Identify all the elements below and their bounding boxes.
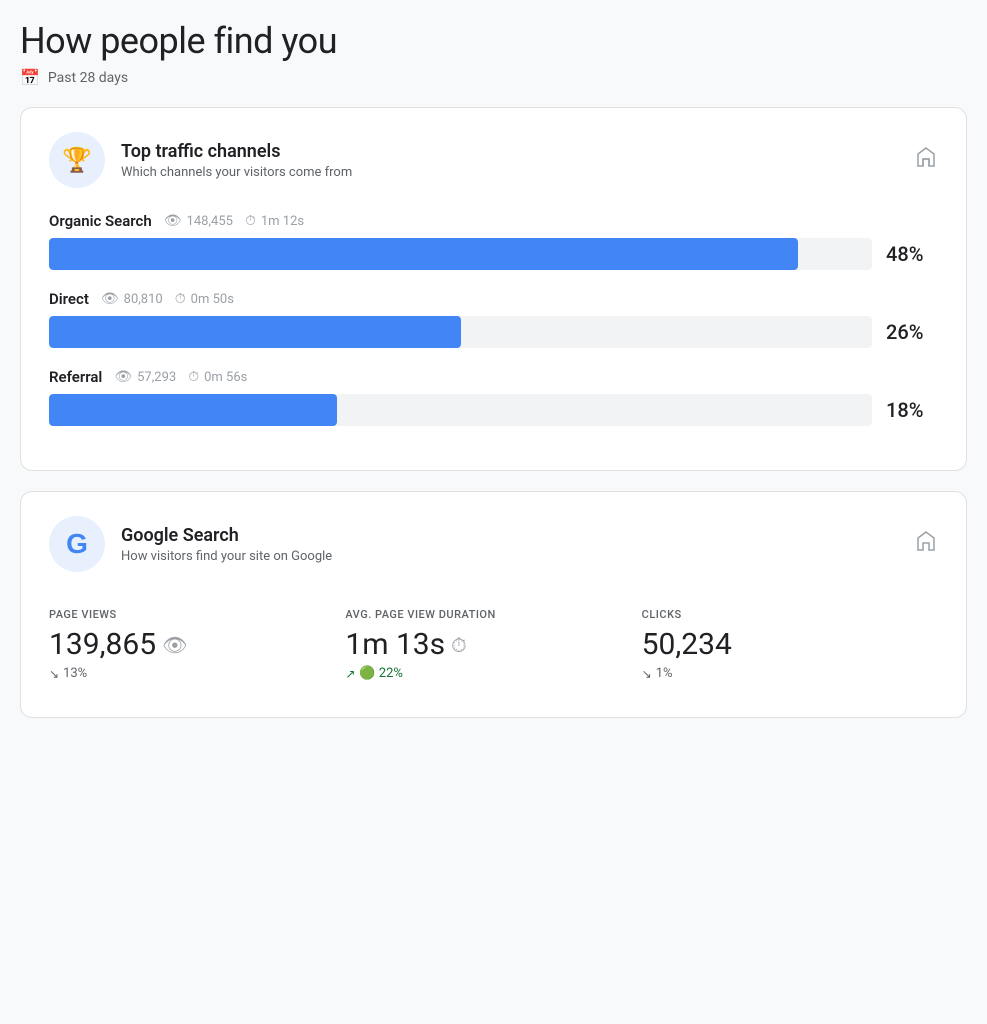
card-header: 🏆 Top traffic channels Which channels yo…: [49, 132, 938, 188]
clock-icon: ⏱: [245, 213, 256, 229]
clock-stat-icon: ⏱: [451, 633, 467, 657]
calendar-icon: 📅: [20, 68, 40, 87]
google-icon-circle: G: [49, 516, 105, 572]
trend-arrow-up: ↗: [345, 667, 355, 681]
stat-block-1: AVG. PAGE VIEW DURATION 1m 13s ⏱ ↗ 🟢 22%: [345, 596, 641, 693]
card-subtitle: Which channels your visitors come from: [121, 165, 352, 180]
channel-views: 👁 57,293: [114, 369, 176, 385]
channel-label-row: Direct 👁 80,810 ⏱ 0m 50s: [49, 290, 938, 308]
channel-direct: Direct 👁 80,810 ⏱ 0m 50s 26%: [49, 290, 938, 348]
channels-container: Organic Search 👁 148,455 ⏱ 1m 12s 48% Di…: [49, 212, 938, 426]
stat-change-value: 🟢 22%: [359, 666, 403, 681]
bar-percent: 48%: [886, 242, 938, 266]
google-card-title: Google Search: [121, 525, 332, 546]
channel-label-row: Referral 👁 57,293 ⏱ 0m 56s: [49, 368, 938, 386]
stat-value: 50,234: [642, 627, 938, 662]
bar-fill: [49, 316, 461, 348]
stat-value: 139,865 👁: [49, 627, 345, 662]
channel-label-row: Organic Search 👁 148,455 ⏱ 1m 12s: [49, 212, 938, 230]
learn-more-icon[interactable]: [914, 145, 938, 175]
channel-name: Direct: [49, 290, 89, 308]
bar-background: [49, 394, 872, 426]
google-card-subtitle: How visitors find your site on Google: [121, 549, 332, 564]
trend-arrow-down: ↘: [49, 667, 59, 681]
stat-value: 1m 13s ⏱: [345, 627, 641, 662]
stat-label: PAGE VIEWS: [49, 608, 345, 621]
trophy-icon-circle: 🏆: [49, 132, 105, 188]
google-search-card: G Google Search How visitors find your s…: [20, 491, 967, 718]
bar-fill: [49, 238, 798, 270]
channel-views: 👁 80,810: [101, 291, 163, 307]
eye-icon: 👁: [101, 291, 119, 307]
traffic-channels-card: 🏆 Top traffic channels Which channels yo…: [20, 107, 967, 471]
eye-icon: 👁: [114, 369, 132, 385]
bar-percent: 18%: [886, 398, 938, 422]
stat-label: CLICKS: [642, 608, 938, 621]
bar-row: 48%: [49, 238, 938, 270]
channel-duration: ⏱ 0m 56s: [188, 369, 247, 385]
stat-change-value: 13%: [63, 666, 87, 681]
trophy-icon: 🏆: [62, 146, 92, 174]
channel-duration: ⏱ 0m 50s: [175, 291, 234, 307]
google-card-header: G Google Search How visitors find your s…: [49, 516, 938, 572]
clock-icon: ⏱: [175, 291, 186, 307]
bar-row: 26%: [49, 316, 938, 348]
stat-change: ↘ 13%: [49, 666, 345, 681]
card-title-group: Top traffic channels Which channels your…: [121, 141, 352, 180]
channel-organic-search: Organic Search 👁 148,455 ⏱ 1m 12s 48%: [49, 212, 938, 270]
eye-icon: 👁: [164, 213, 182, 229]
clock-icon: ⏱: [188, 369, 199, 385]
google-learn-more-icon[interactable]: [914, 529, 938, 559]
card-title: Top traffic channels: [121, 141, 352, 162]
stat-change: ↗ 🟢 22%: [345, 666, 641, 681]
stat-change: ↘ 1%: [642, 666, 938, 681]
page-title: How people find you: [20, 20, 967, 62]
date-range: 📅 Past 28 days: [20, 68, 967, 87]
channel-name: Referral: [49, 368, 102, 386]
google-title-group: Google Search How visitors find your sit…: [121, 525, 332, 564]
bar-background: [49, 238, 872, 270]
stat-block-0: PAGE VIEWS 139,865 👁 ↘ 13%: [49, 596, 345, 693]
channel-name: Organic Search: [49, 212, 152, 230]
trend-arrow-down: ↘: [642, 667, 652, 681]
channel-views: 👁 148,455: [164, 213, 233, 229]
card-header-left: 🏆 Top traffic channels Which channels yo…: [49, 132, 352, 188]
channel-referral: Referral 👁 57,293 ⏱ 0m 56s 18%: [49, 368, 938, 426]
stat-change-value: 1%: [656, 666, 673, 681]
channel-duration: ⏱ 1m 12s: [245, 213, 304, 229]
date-range-label: Past 28 days: [48, 70, 128, 86]
bar-fill: [49, 394, 337, 426]
eye-stat-icon: 👁: [162, 633, 187, 657]
bar-background: [49, 316, 872, 348]
stat-label: AVG. PAGE VIEW DURATION: [345, 608, 641, 621]
bar-percent: 26%: [886, 320, 938, 344]
bar-row: 18%: [49, 394, 938, 426]
google-card-header-left: G Google Search How visitors find your s…: [49, 516, 332, 572]
stat-block-2: CLICKS 50,234 ↘ 1%: [642, 596, 938, 693]
google-g-icon: G: [66, 528, 88, 560]
stats-grid: PAGE VIEWS 139,865 👁 ↘ 13% AVG. PAGE VIE…: [49, 596, 938, 693]
